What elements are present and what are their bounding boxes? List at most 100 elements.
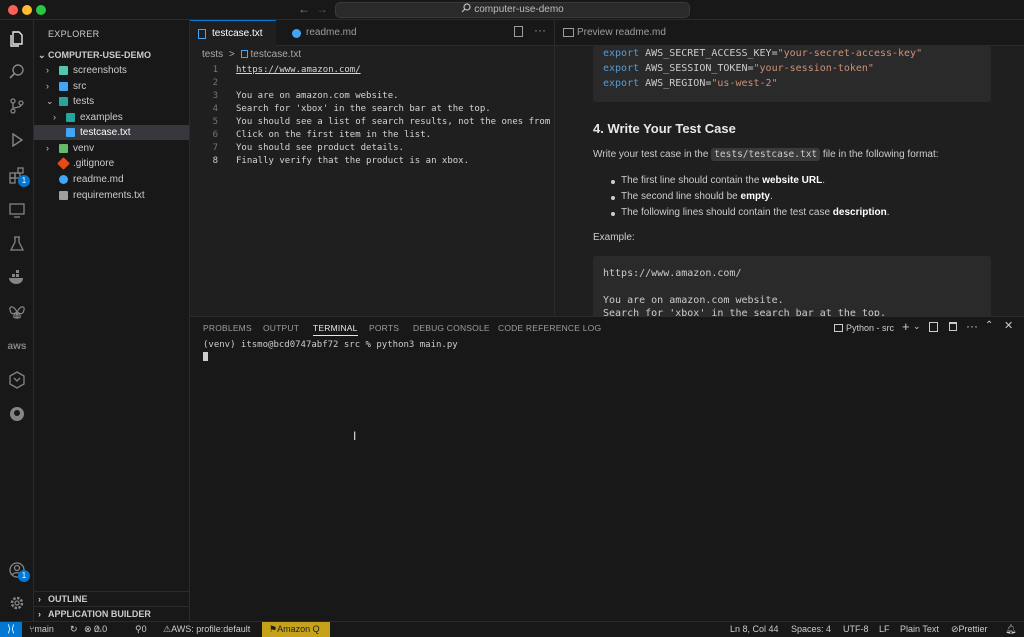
section-heading: 4. Write Your Test Case <box>593 121 736 136</box>
code-line: 4 Search for 'xbox' in the search bar at … <box>190 103 554 116</box>
command-center-label: computer-use-demo <box>474 4 564 15</box>
aws-profile-status[interactable]: ⚠ AWS: profile:default <box>163 622 250 637</box>
tree-item-screenshots[interactable]: › screenshots <box>34 63 189 78</box>
tree-item-label: venv <box>73 143 95 154</box>
ports-status[interactable]: ⚲ 0 <box>135 622 147 637</box>
tab-ports[interactable]: PORTS <box>369 323 399 333</box>
indentation-status[interactable]: Spaces: 4 <box>791 622 831 637</box>
line-number: 3 <box>212 91 218 101</box>
tree-item-testcase[interactable]: testcase.txt <box>34 125 189 140</box>
aws-icon[interactable]: aws <box>6 335 28 357</box>
testing-icon[interactable] <box>6 233 28 255</box>
branch-name: main <box>34 624 54 634</box>
chevron-down-icon[interactable]: ⌄ <box>913 321 921 332</box>
line-number: 2 <box>212 78 218 88</box>
branch-status[interactable]: ⑂ main <box>29 622 54 637</box>
remote-explorer-icon[interactable] <box>6 199 28 221</box>
command-center-search[interactable]: computer-use-demo <box>335 2 690 18</box>
application-builder-label: APPLICATION BUILDER <box>48 609 151 619</box>
settings-gear-icon[interactable] <box>6 592 28 614</box>
arrow-right-icon[interactable]: → <box>316 2 328 16</box>
tree-item-tests[interactable]: ⌄ tests <box>34 94 189 109</box>
tab-label: readme.md <box>306 27 357 38</box>
encoding-status[interactable]: UTF-8 <box>843 622 869 637</box>
line-text: https://www.amazon.com/ <box>236 65 361 75</box>
code-line: 8 Finally verify that the product is an x… <box>190 155 554 168</box>
tree-item-readme[interactable]: readme.md <box>34 172 189 187</box>
split-editor-icon[interactable] <box>514 26 523 37</box>
explorer-sidebar: EXPLORER ⌄ COMPUTER-USE-DEMO › screensho… <box>34 20 190 621</box>
terminal-selector[interactable]: Python - src <box>834 321 894 335</box>
arrow-left-icon[interactable]: ← <box>298 2 310 16</box>
application-builder-section[interactable]: › APPLICATION BUILDER <box>34 606 189 620</box>
tab-problems[interactable]: PROBLEMS <box>203 323 252 333</box>
extensions-icon[interactable]: 1 <box>6 164 30 187</box>
new-terminal-icon[interactable]: + <box>902 319 910 334</box>
tab-preview-readme[interactable]: Preview readme.md <box>555 20 675 46</box>
maximize-panel-icon[interactable]: ⌃ <box>985 320 993 331</box>
source-control-icon[interactable] <box>6 95 28 117</box>
account-icon[interactable]: 1 <box>6 559 30 582</box>
status-bar: ⟩⟨ ⑂ main ↻ ⊗ 0 ⚠ 0 ⚲ 0 ⚠ AWS: profile:d… <box>0 621 1024 637</box>
tree-item-venv[interactable]: › venv <box>34 141 189 156</box>
trash-icon[interactable] <box>949 322 957 331</box>
tab-code-reference-log[interactable]: CODE REFERENCE LOG <box>498 323 601 333</box>
notifications-bell-icon[interactable]: 🔔︎ <box>1005 622 1016 637</box>
code-line: export AWS_REGION="us-west-2" <box>603 78 778 89</box>
language-mode[interactable]: Plain Text <box>900 622 939 637</box>
butterfly-icon[interactable] <box>6 301 28 323</box>
tree-item-gitignore[interactable]: .gitignore <box>34 156 189 171</box>
outline-section[interactable]: › OUTLINE <box>34 591 189 605</box>
example-label: Example: <box>593 232 635 243</box>
breadcrumb-file[interactable]: testcase.txt <box>251 49 302 60</box>
cursor-position[interactable]: Ln 8, Col 44 <box>730 622 779 637</box>
more-actions-icon[interactable]: ··· <box>534 23 546 37</box>
activity-bar: 1 aws 1 <box>0 20 34 621</box>
tree-item-src[interactable]: › src <box>34 79 189 94</box>
split-terminal-icon[interactable] <box>929 322 938 332</box>
search-icon <box>461 3 471 13</box>
close-icon[interactable]: ✕ <box>1004 319 1013 332</box>
terminal-area[interactable] <box>202 357 1012 615</box>
editor-group: testcase.txt readme.md ··· tests > testc… <box>190 20 554 316</box>
chevron-right-icon: › <box>38 609 41 619</box>
markdown-preview: Preview readme.md export AWS_SECRET_ACCE… <box>554 20 1024 316</box>
minimize-window-button[interactable] <box>22 5 32 15</box>
github-icon[interactable] <box>6 403 28 425</box>
folder-icon <box>59 144 68 153</box>
close-window-button[interactable] <box>8 5 18 15</box>
breadcrumb-folder[interactable]: tests <box>202 49 223 60</box>
tab-readme[interactable]: readme.md <box>276 20 376 46</box>
tab-terminal[interactable]: TERMINAL <box>313 323 358 336</box>
amazon-q-status[interactable]: ⚑ Amazon Q <box>262 622 330 637</box>
tree-item-label: requirements.txt <box>73 190 145 201</box>
problems-status[interactable]: ⊗ 0 ⚠ 0 <box>84 622 107 637</box>
tree-item-label: screenshots <box>73 65 127 76</box>
folder-icon <box>59 97 68 106</box>
info-icon <box>59 175 68 184</box>
tree-item-examples[interactable]: › examples <box>34 110 189 125</box>
info-icon <box>292 29 301 38</box>
tree-item-label: readme.md <box>73 174 124 185</box>
docker-icon[interactable] <box>6 267 28 289</box>
breadcrumb-separator: > <box>228 49 235 60</box>
tab-debug-console[interactable]: DEBUG CONSOLE <box>413 323 490 333</box>
files-icon[interactable] <box>6 28 28 50</box>
tab-testcase[interactable]: testcase.txt <box>190 20 276 46</box>
remote-indicator-icon[interactable]: ⟩⟨ <box>0 622 22 637</box>
folder-icon <box>59 66 68 75</box>
chevron-right-icon: › <box>53 112 56 122</box>
run-debug-icon[interactable] <box>6 129 28 151</box>
prettier-status[interactable]: ⊘ Prettier <box>951 622 988 637</box>
more-actions-icon[interactable]: ··· <box>966 319 978 333</box>
zoom-window-button[interactable] <box>36 5 46 15</box>
workspace-root[interactable]: ⌄ COMPUTER-USE-DEMO <box>34 48 189 63</box>
tab-output[interactable]: OUTPUT <box>263 323 299 333</box>
extensions-badge: 1 <box>18 175 30 187</box>
sync-icon[interactable]: ↻ <box>70 622 78 637</box>
hexagon-icon[interactable] <box>6 369 28 391</box>
text-cursor-icon: I <box>353 429 357 443</box>
search-icon[interactable] <box>6 61 28 83</box>
eol-status[interactable]: LF <box>879 622 890 637</box>
tree-item-requirements[interactable]: requirements.txt <box>34 188 189 203</box>
